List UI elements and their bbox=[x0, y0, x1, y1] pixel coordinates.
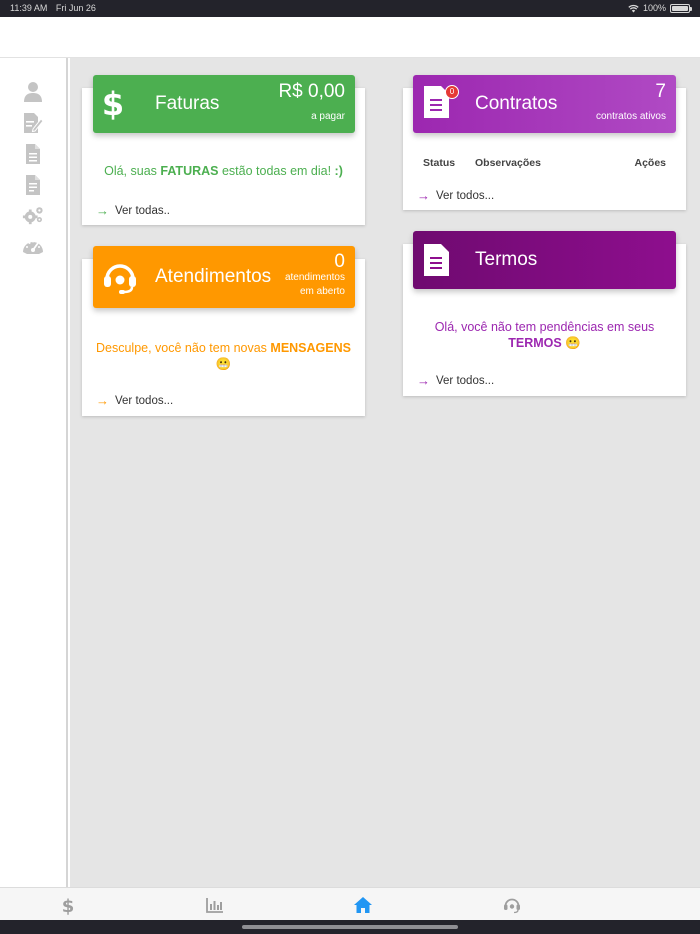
contratos-notification-badge: 0 bbox=[445, 85, 459, 99]
contratos-title: Contratos bbox=[475, 93, 558, 114]
faturas-message: Olá, suas FATURAS estão todas em dia! :) bbox=[104, 164, 343, 178]
sidebar bbox=[0, 58, 68, 888]
sidebar-item-contracts[interactable] bbox=[22, 112, 44, 134]
arrow-right-icon: → bbox=[417, 373, 430, 388]
status-bar: 11:39 AM Fri Jun 26 100% bbox=[0, 0, 700, 17]
termos-see-all-link[interactable]: → Ver todos... bbox=[417, 373, 494, 388]
atendimentos-count-label-2: em aberto bbox=[299, 286, 345, 297]
sidebar-item-profile[interactable] bbox=[22, 81, 44, 103]
battery-percent: 100% bbox=[642, 3, 666, 13]
termos-header[interactable]: Termos bbox=[413, 231, 676, 289]
headset-icon bbox=[504, 898, 520, 914]
dollar-icon: $ bbox=[62, 896, 75, 915]
bar-chart-icon bbox=[206, 898, 223, 913]
termos-card: Termos Olá, você não tem pendências em s… bbox=[403, 231, 686, 396]
atendimentos-see-all-link[interactable]: → Ver todos... bbox=[96, 393, 173, 408]
faturas-card: $ Faturas R$ 0,00 a pagar Olá, suas FATU… bbox=[82, 75, 365, 225]
home-indicator[interactable] bbox=[242, 925, 458, 929]
faturas-title: Faturas bbox=[155, 93, 220, 114]
headset-icon bbox=[104, 264, 136, 294]
sidebar-item-settings[interactable] bbox=[22, 204, 44, 226]
bottom-tab-bar: $ bbox=[0, 887, 700, 920]
gears-icon bbox=[22, 207, 43, 225]
user-icon bbox=[24, 82, 42, 102]
table-header-actions: Ações bbox=[634, 157, 666, 169]
atendimentos-title: Atendimentos bbox=[155, 266, 272, 287]
sidebar-item-dashboard[interactable] bbox=[22, 235, 44, 257]
faturas-see-all-link[interactable]: → Ver todas.. bbox=[96, 203, 170, 218]
status-date: Fri Jun 26 bbox=[55, 3, 96, 13]
faturas-amount-label: a pagar bbox=[311, 111, 345, 122]
atendimentos-message: Desculpe, você não tem novas MENSAGENS 😬 bbox=[96, 341, 351, 371]
atendimentos-count: 0 bbox=[334, 251, 345, 272]
atendimentos-count-label-1: atendimentos bbox=[284, 272, 345, 283]
grimace-emoji: 😬 bbox=[565, 336, 581, 350]
wifi-icon bbox=[628, 4, 639, 12]
contratos-count-label: contratos ativos bbox=[595, 111, 666, 122]
tab-faturas[interactable]: $ bbox=[57, 895, 79, 915]
top-header bbox=[0, 17, 700, 58]
document-icon bbox=[424, 244, 449, 276]
faturas-amount: R$ 0,00 bbox=[278, 81, 345, 102]
status-time: 11:39 AM bbox=[10, 3, 48, 13]
tab-support[interactable] bbox=[501, 895, 523, 915]
tab-home[interactable] bbox=[352, 895, 374, 915]
svg-text:$: $ bbox=[62, 896, 75, 915]
arrow-right-icon: → bbox=[96, 203, 109, 218]
contratos-see-all-link[interactable]: → Ver todos... bbox=[417, 188, 494, 203]
dollar-icon: $ bbox=[102, 86, 124, 122]
svg-text:$: $ bbox=[102, 86, 124, 122]
sidebar-item-documents[interactable] bbox=[22, 143, 44, 165]
contract-edit-icon bbox=[24, 113, 44, 133]
termos-message: Olá, você não tem pendências em seus TERM… bbox=[434, 320, 655, 350]
speedometer-icon bbox=[23, 240, 43, 254]
arrow-right-icon: → bbox=[96, 393, 109, 408]
document-icon bbox=[26, 144, 40, 164]
atendimentos-header[interactable]: Atendimentos 0 atendimentos em aberto bbox=[93, 246, 355, 308]
table-header-status: Status bbox=[423, 157, 456, 169]
battery-icon bbox=[670, 3, 692, 13]
termos-title: Termos bbox=[475, 249, 538, 270]
grimace-emoji: 😬 bbox=[215, 357, 232, 371]
table-header-observations: Observações bbox=[475, 157, 541, 169]
dashboard-main: $ Faturas R$ 0,00 a pagar Olá, suas FATU… bbox=[70, 58, 700, 888]
home-icon bbox=[354, 897, 372, 913]
sidebar-item-terms[interactable] bbox=[22, 174, 44, 196]
document-list-icon bbox=[26, 175, 40, 195]
atendimentos-card: Atendimentos 0 atendimentos em aberto De… bbox=[82, 246, 365, 416]
contratos-card: 0 Contratos 7 contratos ativos Status Ob… bbox=[403, 75, 686, 210]
home-indicator-bar bbox=[0, 920, 700, 934]
faturas-header[interactable]: $ Faturas R$ 0,00 a pagar bbox=[93, 75, 355, 133]
tab-reports[interactable] bbox=[204, 895, 226, 915]
contratos-header[interactable]: 0 Contratos 7 contratos ativos bbox=[413, 75, 676, 133]
contratos-count: 7 bbox=[655, 81, 666, 102]
arrow-right-icon: → bbox=[417, 188, 430, 203]
